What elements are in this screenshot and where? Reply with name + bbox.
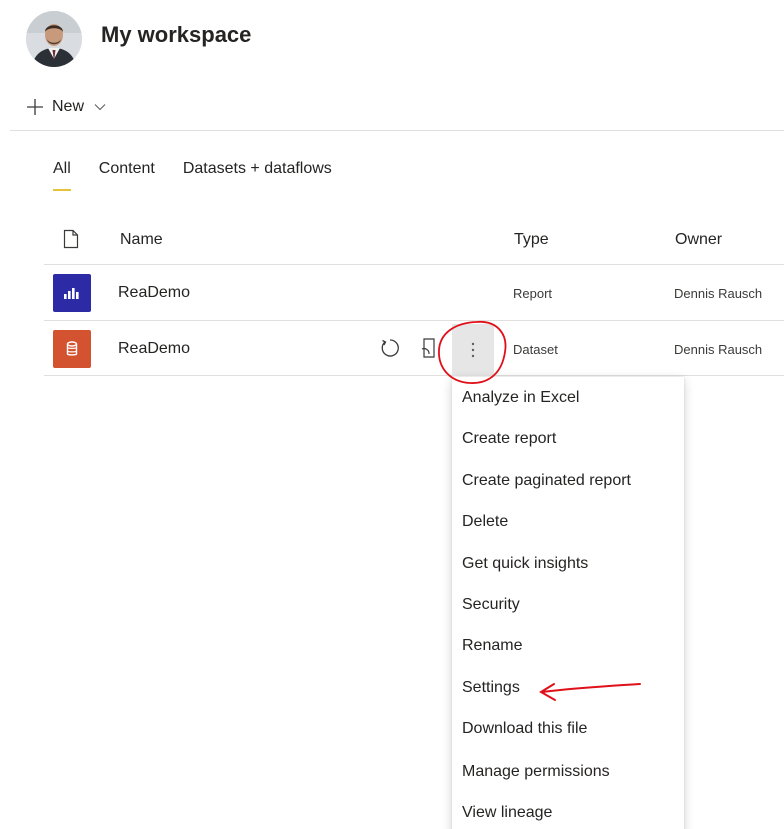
menu-item-rename[interactable]: Rename [462, 637, 522, 655]
more-options-button[interactable] [452, 324, 494, 376]
new-button[interactable]: New [26, 95, 106, 119]
tab-content[interactable]: Content [99, 160, 155, 191]
tab-datasets-dataflows[interactable]: Datasets + dataflows [183, 160, 332, 191]
header-divider [10, 130, 784, 131]
menu-item-view-lineage[interactable]: View lineage [462, 804, 552, 822]
dataset-icon [53, 330, 91, 368]
table-row[interactable]: ReaDemo Dataset Dennis Rausch [44, 320, 784, 376]
menu-item-delete[interactable]: Delete [462, 513, 508, 531]
plus-icon [27, 99, 43, 115]
user-avatar[interactable] [26, 11, 82, 67]
item-owner: Dennis Rausch [674, 342, 763, 357]
content-tabs: All Content Datasets + dataflows [53, 160, 360, 191]
report-icon [53, 274, 91, 312]
context-menu: Analyze in Excel Create report Create pa… [452, 377, 684, 829]
menu-item-create-paginated-report[interactable]: Create paginated report [462, 472, 631, 490]
menu-item-create-report[interactable]: Create report [462, 430, 556, 448]
file-type-icon [63, 229, 79, 249]
column-header-name[interactable]: Name [120, 231, 163, 249]
schedule-refresh-icon [421, 338, 435, 358]
item-name[interactable]: ReaDemo [118, 284, 190, 302]
table-header: Name Type Owner [44, 225, 784, 263]
menu-item-download-this-file[interactable]: Download this file [462, 720, 587, 738]
menu-item-get-quick-insights[interactable]: Get quick insights [462, 555, 588, 573]
column-header-type[interactable]: Type [514, 231, 549, 249]
schedule-refresh-button[interactable] [417, 335, 443, 361]
column-header-owner[interactable]: Owner [675, 231, 722, 249]
menu-item-security[interactable]: Security [462, 596, 520, 614]
menu-item-manage-permissions[interactable]: Manage permissions [462, 763, 610, 781]
menu-item-settings[interactable]: Settings [462, 679, 520, 697]
item-name[interactable]: ReaDemo [118, 340, 190, 358]
new-button-label: New [52, 98, 85, 115]
menu-item-analyze-in-excel[interactable]: Analyze in Excel [462, 389, 579, 407]
avatar-photo [26, 11, 82, 67]
more-vertical-icon [471, 342, 475, 358]
refresh-button[interactable] [377, 335, 403, 361]
item-type: Report [513, 286, 553, 301]
chevron-down-icon [94, 104, 106, 111]
item-owner: Dennis Rausch [674, 286, 763, 301]
refresh-icon [381, 339, 399, 357]
table-row[interactable]: ReaDemo Report Dennis Rausch [44, 264, 784, 320]
item-type: Dataset [513, 342, 558, 357]
page-title: My workspace [101, 22, 252, 47]
tab-all[interactable]: All [53, 160, 71, 191]
